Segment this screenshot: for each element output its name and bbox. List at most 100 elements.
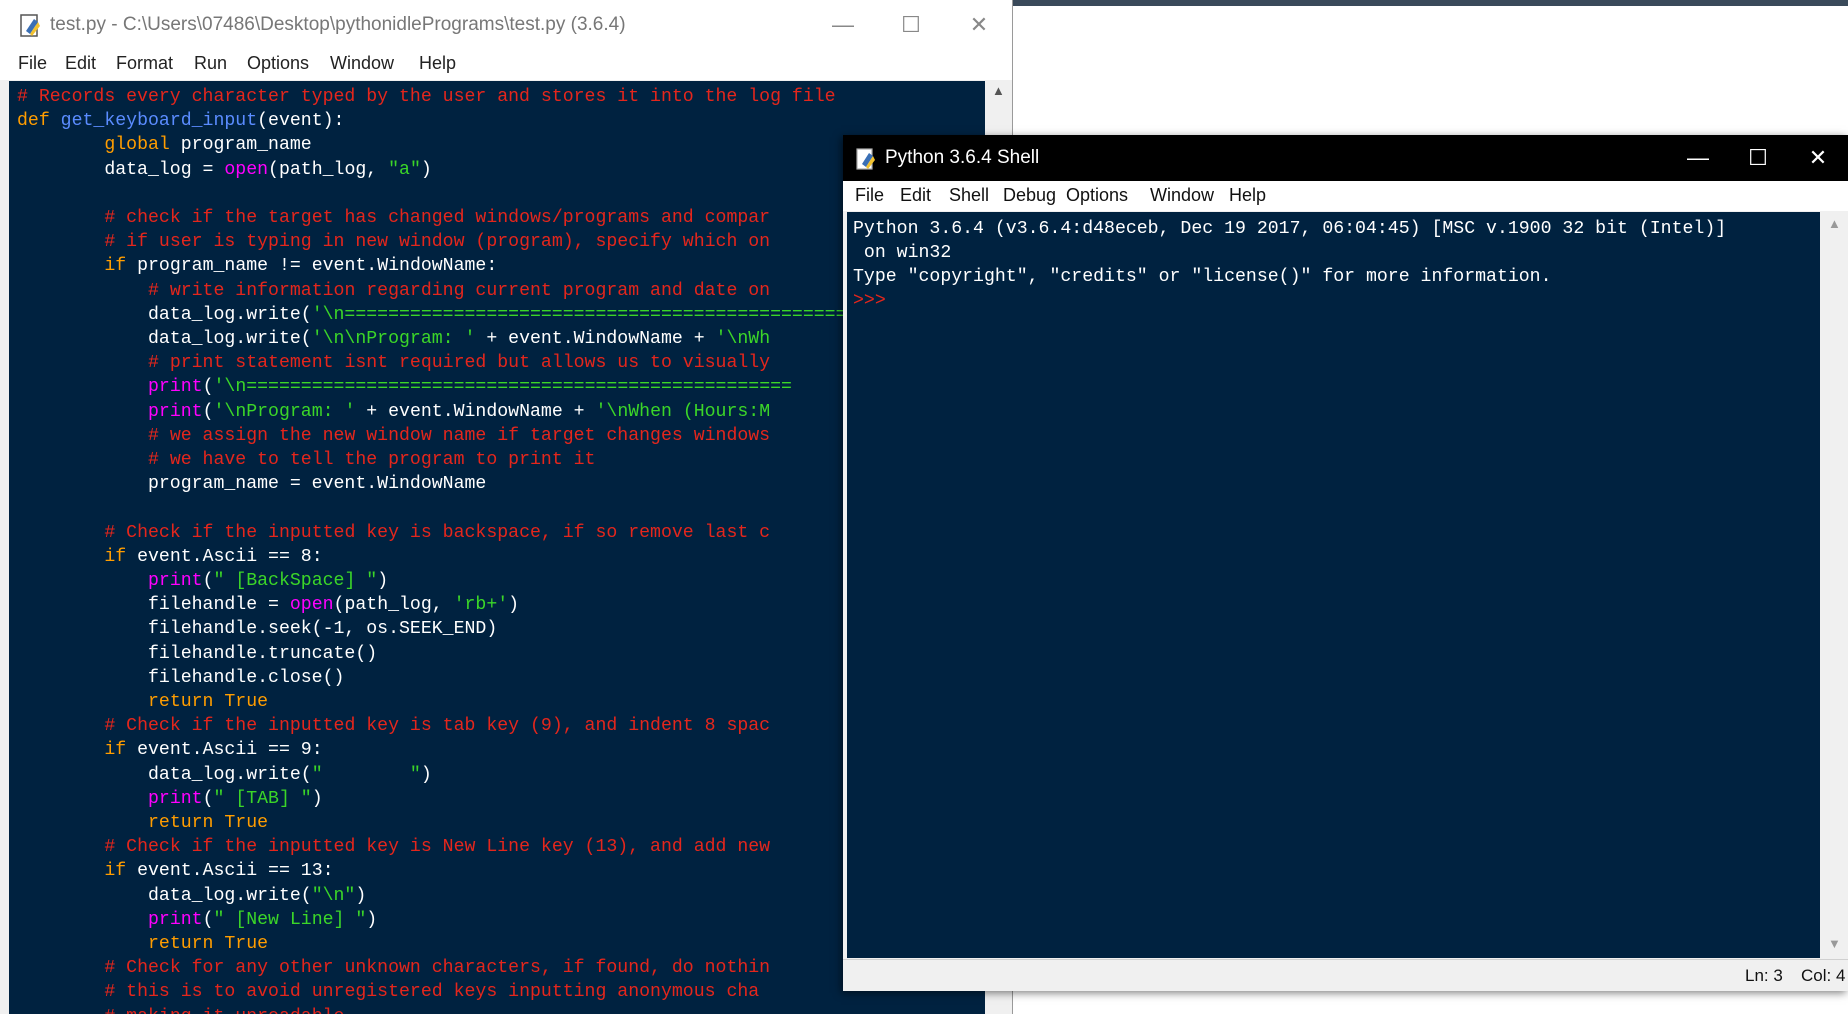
code-token: filehandle.seek(-1, os.SEEK_END): [17, 619, 498, 640]
menu-options[interactable]: Options: [247, 53, 309, 74]
code-token: 'rb+': [453, 595, 509, 616]
code-token: event.Ascii == 13:: [126, 861, 334, 882]
code-token: data_log.write(: [17, 304, 312, 325]
code-line: # we have to tell the program to print i…: [17, 448, 596, 472]
desktop-background: [1012, 0, 1848, 6]
code-token: return True: [147, 692, 269, 712]
shell-scrollbar[interactable]: ▲ ▼: [1822, 212, 1846, 958]
shell-output-line: Python 3.6.4 (v3.6.4:d48eceb, Dec 19 201…: [853, 219, 1727, 239]
code-token: '\nWh: [715, 329, 771, 349]
code-token: data_log.write(: [17, 885, 312, 906]
code-line: # this is to avoid unregistered keys inp…: [17, 980, 759, 1004]
code-token: ): [420, 764, 432, 785]
code-line: if event.Ascii == 13:: [17, 859, 334, 883]
shell-close-button[interactable]: ✕: [1783, 135, 1848, 181]
scroll-up-icon[interactable]: ▲: [1828, 216, 1841, 231]
code-line: # if user is typing in new window (progr…: [17, 230, 770, 254]
shell-menu-edit[interactable]: Edit: [900, 185, 931, 206]
shell-menu-shell[interactable]: Shell: [949, 185, 989, 206]
code-line: global program_name: [17, 133, 311, 157]
close-button[interactable]: ✕: [944, 0, 1012, 50]
editor-titlebar[interactable]: test.py - C:\Users\07486\Desktop\pythoni…: [0, 0, 1012, 50]
code-line: # Check if the inputted key is tab key (…: [17, 714, 770, 738]
shell-menu-window[interactable]: Window: [1150, 185, 1214, 206]
shell-menu-file[interactable]: File: [855, 185, 884, 206]
code-token: # we have to tell the program to print i…: [147, 450, 596, 470]
code-token: '\n=====================================…: [213, 377, 792, 398]
code-token: (event):: [257, 111, 345, 132]
code-token: data_log =: [17, 159, 225, 180]
code-token: # print statement isnt required but allo…: [147, 353, 771, 374]
code-token: " [TAB] ": [213, 788, 312, 809]
code-token: + event.WindowName +: [475, 329, 716, 349]
code-token: (: [202, 788, 214, 809]
code-line: print(" [New Line] "): [17, 908, 377, 932]
code-token: (: [202, 401, 214, 422]
code-token: "\n": [311, 885, 356, 906]
code-line: return True: [17, 811, 268, 835]
shell-menu-help[interactable]: Help: [1229, 185, 1266, 206]
shell-menu-debug[interactable]: Debug: [1003, 185, 1056, 206]
menu-format[interactable]: Format: [116, 53, 173, 74]
code-token: print: [147, 401, 203, 422]
code-token: print: [147, 571, 203, 591]
scroll-up-icon[interactable]: ▲: [992, 83, 1006, 98]
menu-window[interactable]: Window: [330, 53, 394, 74]
code-token: ): [508, 595, 520, 616]
menu-edit[interactable]: Edit: [65, 53, 96, 74]
code-token: " [New Line] ": [213, 909, 367, 930]
code-token: if: [104, 546, 127, 567]
menu-run[interactable]: Run: [194, 53, 227, 74]
menu-file[interactable]: File: [18, 53, 47, 74]
shell-prompt[interactable]: >>>: [853, 289, 886, 313]
minimize-button[interactable]: —: [808, 0, 878, 50]
close-icon: ✕: [969, 12, 989, 37]
shell-output-line: on win32: [853, 243, 952, 263]
code-line: # we assign the new window name if targe…: [17, 424, 770, 448]
code-line: print('\nProgram: ' + event.WindowName +…: [17, 400, 770, 424]
code-token: + event.WindowName +: [355, 401, 596, 422]
code-token: "a": [388, 159, 421, 180]
code-token: # Records every character typed by the u…: [17, 87, 836, 107]
shell-console[interactable]: Python 3.6.4 (v3.6.4:d48eceb, Dec 19 201…: [847, 212, 1820, 958]
code-line: def get_keyboard_input(event):: [17, 109, 344, 133]
code-token: filehandle.truncate(): [17, 643, 378, 664]
code-token: data_log.write(: [17, 329, 312, 349]
code-line: data_log.write('\n\nProgram: ' + event.W…: [17, 327, 770, 351]
scroll-down-icon[interactable]: ▼: [1828, 936, 1841, 951]
shell-menu-options[interactable]: Options: [1066, 185, 1128, 206]
code-token: '\nProgram: ': [213, 401, 356, 422]
code-line: if program_name != event.WindowName:: [17, 254, 497, 278]
code-token: # write information regarding current pr…: [147, 280, 771, 301]
code-token: ): [366, 909, 378, 930]
code-token: '\nWhen (Hours:M: [595, 401, 771, 422]
code-token: (: [202, 571, 214, 591]
code-token: # if user is typing in new window (progr…: [104, 232, 771, 253]
code-token: filehandle.close(): [17, 667, 345, 688]
code-token: open: [289, 595, 334, 616]
shell-titlebar[interactable]: Python 3.6.4 Shell — ☐ ✕: [843, 135, 1848, 181]
code-token: (: [202, 909, 214, 930]
code-line: filehandle.close(): [17, 666, 344, 690]
maximize-button[interactable]: ☐: [876, 0, 946, 50]
code-token: '\n=====================================…: [311, 304, 902, 325]
code-line: program_name = event.WindowName: [17, 472, 486, 496]
code-token: # this is to avoid unregistered keys inp…: [104, 982, 760, 1003]
code-line: # Records every character typed by the u…: [17, 85, 836, 109]
code-token: # we assign the new window name if targe…: [147, 425, 771, 446]
menu-help[interactable]: Help: [419, 53, 456, 74]
code-editor[interactable]: # Records every character typed by the u…: [9, 81, 985, 1014]
minimize-icon: —: [832, 12, 854, 37]
code-line: print(" [BackSpace] "): [17, 569, 388, 593]
